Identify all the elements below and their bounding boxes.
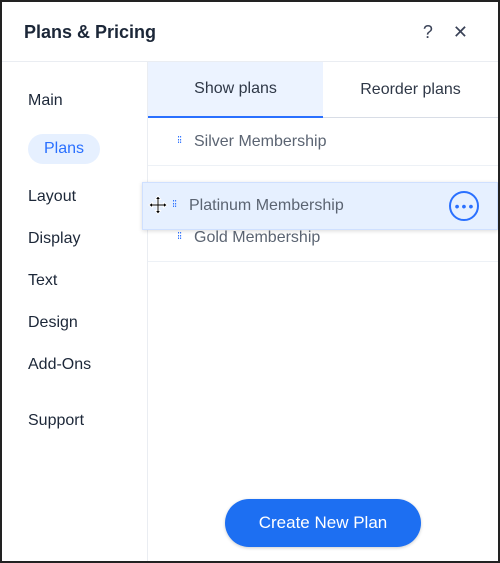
- sidebar-item-label: Layout: [28, 188, 76, 206]
- sidebar-item-label: Plans: [28, 134, 100, 164]
- plan-more-button[interactable]: •••: [449, 191, 479, 221]
- sidebar-item-label: Design: [28, 314, 78, 332]
- drag-handle-icon[interactable]: ⠿: [166, 138, 192, 146]
- tabs: Show plans Reorder plans: [148, 62, 498, 118]
- sidebar-item-support[interactable]: Support: [2, 400, 147, 442]
- sidebar-item-label: Text: [28, 272, 57, 290]
- create-new-plan-button[interactable]: Create New Plan: [225, 499, 422, 547]
- sidebar-item-design[interactable]: Design: [2, 302, 147, 344]
- plan-name: Silver Membership: [192, 133, 498, 151]
- tab-reorder-plans[interactable]: Reorder plans: [323, 62, 498, 117]
- plan-name: Platinum Membership: [187, 197, 449, 215]
- sidebar-item-label: Main: [28, 92, 63, 110]
- sidebar-item-text[interactable]: Text: [2, 260, 147, 302]
- sidebar-item-label: Support: [28, 412, 84, 430]
- sidebar-item-plans[interactable]: Plans: [2, 122, 147, 176]
- close-icon[interactable]: ✕: [443, 18, 478, 47]
- plan-name: Gold Membership: [192, 229, 498, 247]
- plan-row[interactable]: ⠿ Silver Membership: [148, 118, 498, 166]
- tab-show-plans[interactable]: Show plans: [148, 62, 323, 118]
- sidebar-item-layout[interactable]: Layout: [2, 176, 147, 218]
- panel-header: Plans & Pricing ? ✕: [2, 2, 498, 62]
- panel-title: Plans & Pricing: [24, 22, 413, 43]
- sidebar-item-addons[interactable]: Add-Ons: [2, 344, 147, 386]
- panel-body: Main Plans Layout Display Text Design Ad…: [2, 62, 498, 561]
- help-icon[interactable]: ?: [413, 18, 443, 47]
- sidebar-item-label: Display: [28, 230, 80, 248]
- more-icon: •••: [455, 198, 476, 214]
- sidebar-divider: [2, 386, 147, 400]
- settings-panel: Plans & Pricing ? ✕ Main Plans Layout Di…: [0, 0, 500, 563]
- plans-list: ⠿ Silver Membership ⠿ Gold Membership ⠿ …: [148, 118, 498, 561]
- sidebar-item-label: Add-Ons: [28, 356, 91, 374]
- panel-footer: Create New Plan: [148, 499, 498, 547]
- drag-handle-icon[interactable]: ⠿: [161, 202, 187, 210]
- main-area: Show plans Reorder plans ⠿ Silver Member…: [148, 62, 498, 561]
- sidebar-item-main[interactable]: Main: [2, 80, 147, 122]
- sidebar-item-display[interactable]: Display: [2, 218, 147, 260]
- sidebar: Main Plans Layout Display Text Design Ad…: [2, 62, 148, 561]
- plan-row-dragging[interactable]: ⠿ Platinum Membership •••: [142, 182, 498, 230]
- drag-handle-icon[interactable]: ⠿: [166, 234, 192, 242]
